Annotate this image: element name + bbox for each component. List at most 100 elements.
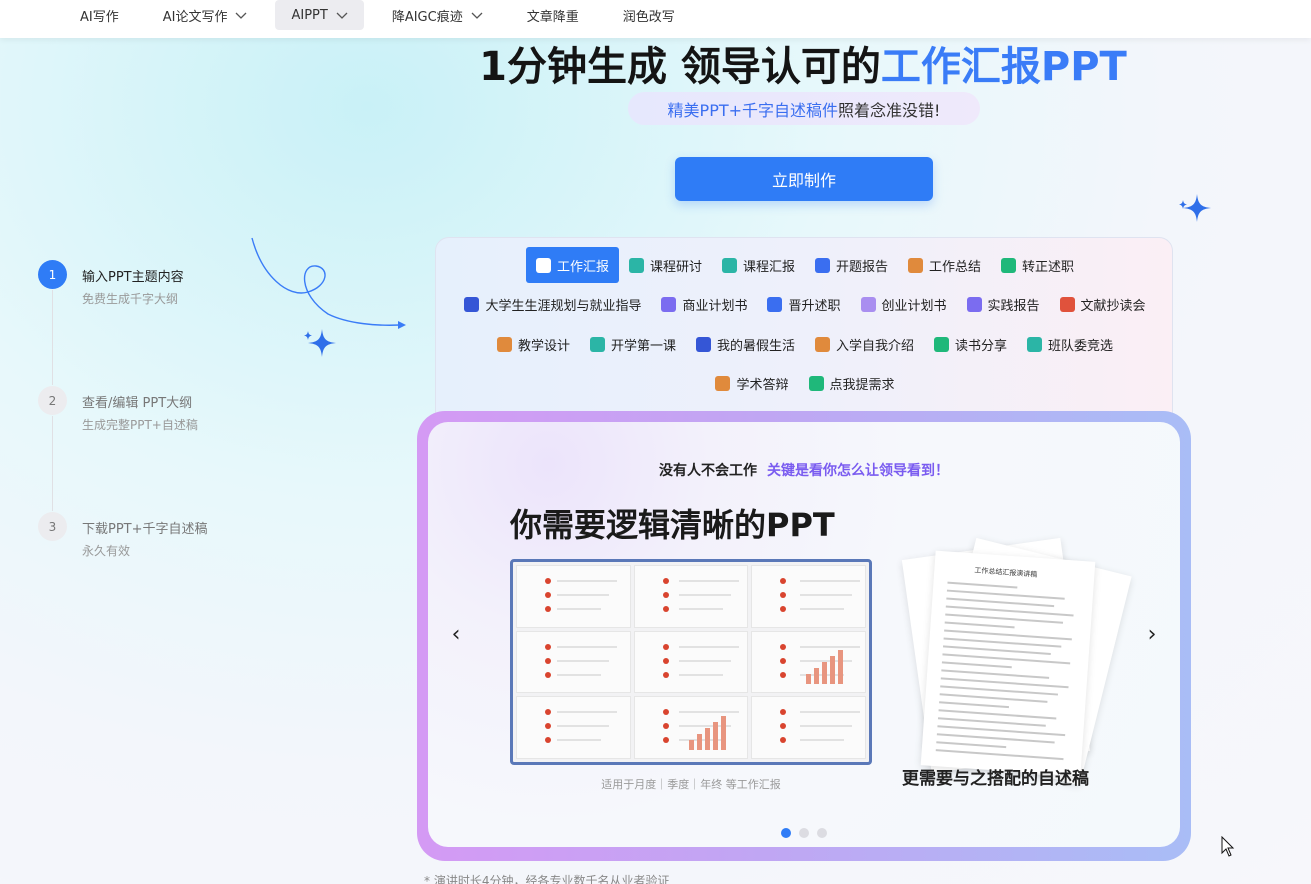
slide-headline: 你需要逻辑清晰的PPT <box>510 500 850 546</box>
headline-text: 你需要逻辑清晰的PPT <box>510 506 835 544</box>
script-title: 工作总结汇报演讲稿 <box>974 566 1038 579</box>
category-clipboard-item[interactable]: 工作总结 <box>898 247 991 283</box>
step-desc: 生成完整PPT+自述稿 <box>82 418 198 432</box>
step-title: 查看/编辑 PPT大纲 <box>82 396 193 411</box>
ppt-thumbnail <box>633 565 749 628</box>
nav-item-aippt[interactable]: AIPPT <box>275 0 364 30</box>
ppt-thumbnail <box>751 696 866 759</box>
hero-title-part2: PPT <box>1040 44 1127 90</box>
slogan-highlight: 关键是看你怎么让领导看到！ <box>767 463 949 479</box>
briefcase-icon <box>661 296 677 312</box>
category-briefcase-item[interactable]: 商业计划书 <box>651 286 757 322</box>
category-book-item[interactable]: 学术答辩 <box>705 365 798 401</box>
ppt-thumbnail <box>633 630 749 694</box>
top-nav: AI写作 AI论文写作 AIPPT 降AIGC痕迹 文章降重 润色改写 <box>0 0 1311 38</box>
checklist-icon <box>966 296 982 312</box>
carousel-dots <box>428 828 1180 838</box>
category-label: 晋升述职 <box>788 298 841 314</box>
category-label: 商业计划书 <box>682 298 748 314</box>
step-1: 1 输入PPT主题内容 免费生成千字大纲 <box>38 260 278 320</box>
category-list-item[interactable]: 转正述职 <box>991 247 1084 283</box>
edit-doc-icon <box>1059 296 1075 312</box>
category-monitor-item[interactable]: 开学第一课 <box>580 326 686 362</box>
category-doc-item[interactable]: 课程研讨 <box>619 247 712 283</box>
category-tools-item[interactable]: 教学设计 <box>487 326 580 362</box>
trend-icon <box>767 296 783 312</box>
nav-item-reduce-aigc[interactable]: 降AIGC痕迹 <box>376 0 499 30</box>
carousel-dot[interactable] <box>799 828 809 838</box>
tree-icon <box>934 336 950 352</box>
clipboard-icon <box>908 257 924 273</box>
search-doc-icon <box>815 257 830 273</box>
category-edit-doc-item[interactable]: 文献抄读会 <box>1050 286 1156 322</box>
nav-item-dedup[interactable]: 文章降重 <box>511 0 595 30</box>
category-label: 文献抄读会 <box>1080 298 1146 314</box>
category-checklist-item[interactable]: 实践报告 <box>957 286 1050 322</box>
create-now-button[interactable]: 立即制作 <box>675 157 933 201</box>
category-trend-item[interactable]: 晋升述职 <box>757 286 850 322</box>
step-number: 2 <box>38 386 67 415</box>
category-row: 教学设计 开学第一课 我的暑假生活 入学自我介绍 读书分享 班队委竞选 <box>436 326 1174 362</box>
carousel-next-button[interactable]: › <box>1140 622 1164 647</box>
doc-icon <box>628 257 644 273</box>
nav-item-polish[interactable]: 润色改写 <box>607 0 691 30</box>
mail-icon <box>808 375 824 391</box>
category-id-card-item[interactable]: 入学自我介绍 <box>805 326 924 362</box>
ppt-thumbnail <box>751 565 866 628</box>
carousel-dot[interactable] <box>781 828 791 838</box>
tools-icon <box>496 336 512 352</box>
category-chart-item[interactable]: 工作汇报 <box>525 247 619 283</box>
nav-label: 文章降重 <box>526 9 579 25</box>
carousel-prev-button[interactable]: ‹ <box>444 622 468 647</box>
category-label: 开题报告 <box>836 259 889 275</box>
category-search-doc-item[interactable]: 开题报告 <box>805 247 898 283</box>
hero-title-accent: 工作汇报 <box>880 44 1041 90</box>
step-2: 2 查看/编辑 PPT大纲 生成完整PPT+自述稿 <box>38 386 278 446</box>
category-label: 大学生生涯规划与就业指导 <box>485 298 642 314</box>
doc-icon <box>721 257 737 273</box>
carousel-dot[interactable] <box>817 828 827 838</box>
list-icon <box>1001 257 1017 273</box>
nav-label: 降AIGC痕迹 <box>391 9 463 25</box>
monitor-icon <box>589 336 605 352</box>
category-label: 学术答辩 <box>736 377 789 393</box>
category-label: 我的暑假生活 <box>716 338 795 354</box>
hero-subtitle-highlight: 精美PPT+千字自述稿件 <box>667 100 839 120</box>
category-label: 开学第一课 <box>610 338 676 354</box>
nav-label: AIPPT <box>291 7 328 23</box>
chat-icon <box>1027 336 1043 352</box>
category-compass-item[interactable]: 大学生生涯规划与就业指导 <box>454 286 651 322</box>
nav-item-ai-paper[interactable]: AI论文写作 <box>147 0 264 30</box>
category-chat-item[interactable]: 班队委竞选 <box>1017 326 1123 362</box>
category-tree-item[interactable]: 读书分享 <box>924 326 1017 362</box>
compass-icon <box>464 296 480 312</box>
category-label: 创业计划书 <box>881 298 947 314</box>
step-title: 下载PPT+千字自述稿 <box>82 522 208 537</box>
hero-subtitle-rest: 照着念准没错! <box>838 100 941 120</box>
category-label: 工作总结 <box>929 259 982 275</box>
hero-subtitle: 精美PPT+千字自述稿件 照着念准没错! <box>628 92 980 125</box>
category-clipboard-item[interactable]: 创业计划书 <box>851 286 957 322</box>
summer-icon <box>695 336 711 352</box>
id-card-icon <box>815 336 830 352</box>
category-summer-item[interactable]: 我的暑假生活 <box>686 326 805 362</box>
ppt-preview-grid <box>510 559 872 765</box>
step-number: 3 <box>38 512 67 541</box>
ppt-thumbnail <box>751 630 866 694</box>
category-label: 课程研讨 <box>649 259 702 275</box>
book-icon <box>715 375 731 391</box>
chevron-down-icon <box>235 9 247 21</box>
clipboard-icon <box>860 296 876 312</box>
chevron-down-icon <box>471 9 483 21</box>
hero-title: 1分钟生成 领导认可的工作汇报PPT <box>0 34 1311 92</box>
ppt-thumbnail <box>516 565 631 628</box>
nav-label: AI论文写作 <box>162 9 228 25</box>
category-mail-item[interactable]: 点我提需求 <box>799 365 905 401</box>
step-number: 1 <box>38 260 67 289</box>
step-desc: 免费生成千字大纲 <box>82 292 179 306</box>
chevron-down-icon <box>336 9 348 21</box>
category-doc-item[interactable]: 课程汇报 <box>712 247 805 283</box>
nav-item-ai-writing[interactable]: AI写作 <box>64 0 135 30</box>
chart-icon <box>535 257 551 273</box>
script-caption: 更需要与之搭配的自述稿 <box>902 769 1089 789</box>
